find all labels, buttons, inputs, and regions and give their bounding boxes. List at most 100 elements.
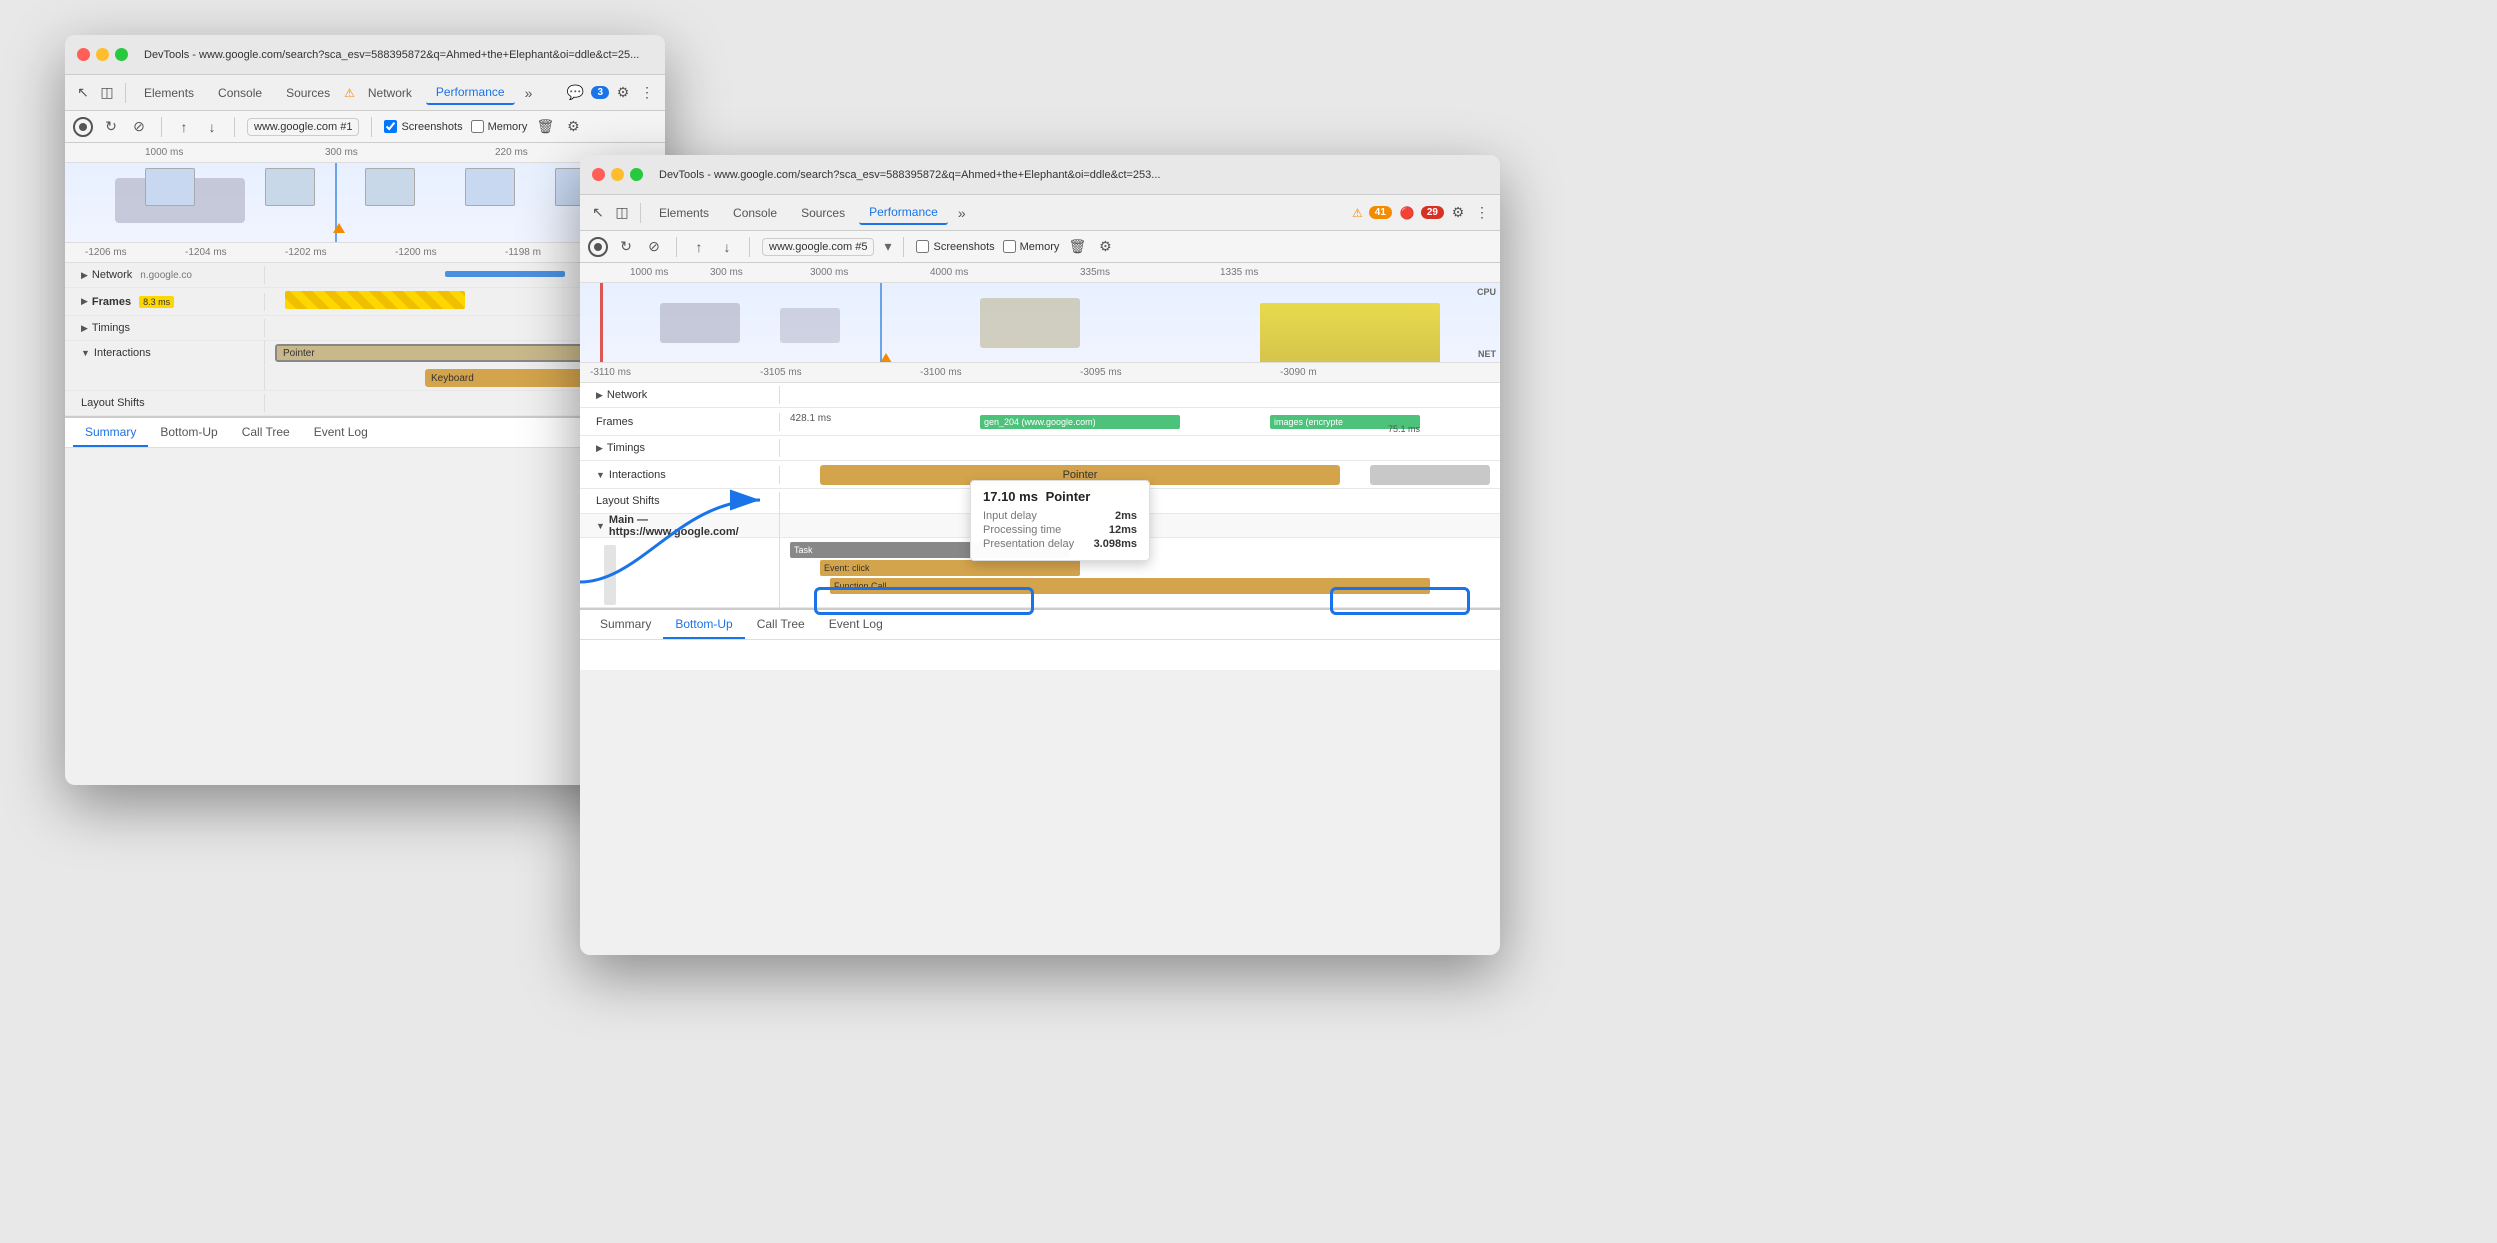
tab-summary-1[interactable]: Summary bbox=[73, 418, 148, 447]
url-selector-2[interactable]: www.google.com #5 bbox=[762, 238, 874, 256]
chat-icon-1[interactable]: 💬 bbox=[565, 83, 585, 103]
more-options-icon-2[interactable]: ⋮ bbox=[1472, 203, 1492, 223]
frames-bar-1 bbox=[285, 291, 465, 309]
ruler-overview-2: 1000 ms 300 ms 3000 ms 4000 ms 335ms 133… bbox=[580, 263, 1500, 283]
ruler-mark-3: 220 ms bbox=[495, 147, 528, 158]
tab-performance-2[interactable]: Performance bbox=[859, 201, 948, 225]
cursor-icon-2[interactable]: ↖ bbox=[588, 203, 608, 223]
minimize-button-1[interactable] bbox=[96, 48, 109, 61]
separator-5 bbox=[640, 203, 641, 223]
tab-bottomup-2[interactable]: Bottom-Up bbox=[663, 610, 744, 639]
flamegraph-overview-1 bbox=[65, 163, 665, 243]
tab-performance-1[interactable]: Performance bbox=[426, 81, 515, 105]
track-label-layout-1: Layout Shifts bbox=[65, 394, 265, 412]
track-network-2: ▶ Network bbox=[580, 383, 1500, 408]
settings-icon-2[interactable]: ⚙ bbox=[1448, 203, 1468, 223]
expand-network-1[interactable]: ▶ bbox=[81, 270, 88, 281]
maximize-button-2[interactable] bbox=[630, 168, 643, 181]
tab-bottomup-1[interactable]: Bottom-Up bbox=[148, 418, 229, 447]
track-row-interactions-1: ▼ Interactions Pointer Keyboard bbox=[65, 341, 665, 391]
interactions-header-1: ▼ Interactions Pointer bbox=[65, 341, 665, 366]
error-badge-2: 29 bbox=[1421, 206, 1444, 219]
screenshots-checkbox-1[interactable]: Screenshots bbox=[384, 120, 462, 133]
cpu-chart-2 bbox=[1260, 303, 1440, 363]
record-button-2[interactable] bbox=[588, 237, 608, 257]
ov-mark-6: 1335 ms bbox=[1220, 267, 1258, 278]
url-selector-1[interactable]: www.google.com #1 bbox=[247, 118, 359, 136]
expand-frames-1[interactable]: ▶ bbox=[81, 296, 88, 307]
expand-timings-1[interactable]: ▶ bbox=[81, 323, 88, 334]
more-tabs-icon-2[interactable]: » bbox=[952, 203, 972, 223]
titlebar-1: DevTools - www.google.com/search?sca_esv… bbox=[65, 35, 665, 75]
clear-icon-1[interactable]: ⊘ bbox=[129, 117, 149, 137]
memory-checkbox-2[interactable]: Memory bbox=[1003, 240, 1060, 253]
tab-console-2[interactable]: Console bbox=[723, 202, 787, 224]
ov-mark-2: 300 ms bbox=[710, 267, 743, 278]
tab-eventlog-2[interactable]: Event Log bbox=[817, 610, 895, 639]
reload-icon-2[interactable]: ↻ bbox=[616, 237, 636, 257]
trash-icon-2[interactable]: 🗑 bbox=[1067, 237, 1087, 257]
cursor-icon[interactable]: ↖ bbox=[73, 83, 93, 103]
download-icon-1[interactable]: ↓ bbox=[202, 117, 222, 137]
track-label-interactions-1: ▼ Interactions bbox=[65, 341, 265, 365]
timeline-ruler-detail-2: -3110 ms -3105 ms -3100 ms -3095 ms -309… bbox=[580, 363, 1500, 383]
traffic-lights-1 bbox=[77, 48, 128, 61]
record-button-1[interactable] bbox=[73, 117, 93, 137]
track-label-keyboard-1 bbox=[65, 366, 265, 390]
upload-icon-1[interactable]: ↑ bbox=[174, 117, 194, 137]
bottom-tabs-2: Summary Bottom-Up Call Tree Event Log bbox=[580, 610, 1500, 640]
device-icon-2[interactable]: ◫ bbox=[612, 203, 632, 223]
close-button-2[interactable] bbox=[592, 168, 605, 181]
frames-ms-2: 428.1 ms bbox=[790, 413, 831, 424]
settings2-icon-1[interactable]: ⚙ bbox=[563, 117, 583, 137]
event-click-bar-2: Event: click bbox=[820, 560, 1080, 576]
expand-timings-2[interactable]: ▶ bbox=[596, 443, 603, 454]
expand-interactions-1[interactable]: ▼ bbox=[81, 348, 90, 358]
settings-icon-1[interactable]: ⚙ bbox=[613, 83, 633, 103]
screenshots-checkbox-2[interactable]: Screenshots bbox=[916, 240, 994, 253]
net-label-2: NET bbox=[1478, 349, 1496, 359]
more-tabs-icon-1[interactable]: » bbox=[519, 83, 539, 103]
tab-eventlog-1[interactable]: Event Log bbox=[302, 418, 380, 447]
devtools-window-1[interactable]: DevTools - www.google.com/search?sca_esv… bbox=[65, 35, 665, 785]
tab-sources-2[interactable]: Sources bbox=[791, 202, 855, 224]
upload-icon-2[interactable]: ↑ bbox=[689, 237, 709, 257]
track-row-frames-1: ▶ Frames 8.3 ms bbox=[65, 288, 665, 316]
memory-checkbox-1[interactable]: Memory bbox=[471, 120, 528, 133]
ruler-detail-1: -1206 ms bbox=[85, 247, 127, 258]
track-label-timings-2: ▶ Timings bbox=[580, 439, 780, 457]
maximize-button-1[interactable] bbox=[115, 48, 128, 61]
device-icon[interactable]: ◫ bbox=[97, 83, 117, 103]
tab-console-1[interactable]: Console bbox=[208, 82, 272, 104]
devtools-window-2[interactable]: DevTools - www.google.com/search?sca_esv… bbox=[580, 155, 1500, 955]
expand-interactions-2[interactable]: ▼ bbox=[596, 470, 605, 480]
download-icon-2[interactable]: ↓ bbox=[717, 237, 737, 257]
clear-icon-2[interactable]: ⊘ bbox=[644, 237, 664, 257]
expand-network-2[interactable]: ▶ bbox=[596, 390, 603, 401]
minimize-button-2[interactable] bbox=[611, 168, 624, 181]
images-ms-2: 75.1 ms bbox=[1388, 424, 1420, 434]
settings3-icon-2[interactable]: ⚙ bbox=[1095, 237, 1115, 257]
track-content-timings-2 bbox=[780, 436, 1500, 460]
tab-summary-2[interactable]: Summary bbox=[588, 610, 663, 639]
tab-elements-2[interactable]: Elements bbox=[649, 202, 719, 224]
tab-network-1[interactable]: Network bbox=[358, 82, 422, 104]
more-options-icon-1[interactable]: ⋮ bbox=[637, 83, 657, 103]
tab-calltree-1[interactable]: Call Tree bbox=[230, 418, 302, 447]
warning-badge-2: 41 bbox=[1369, 206, 1392, 219]
close-button-1[interactable] bbox=[77, 48, 90, 61]
tab-sources-1[interactable]: Sources bbox=[276, 82, 340, 104]
reload-icon-1[interactable]: ↻ bbox=[101, 117, 121, 137]
devtools-toolbar-1: ↖ ◫ Elements Console Sources ⚠ Network P… bbox=[65, 75, 665, 111]
function-call-bar-2: Function Call bbox=[830, 578, 1430, 594]
perf-overview-1: 1000 ms 300 ms 220 ms bbox=[65, 143, 665, 243]
tab-calltree-2[interactable]: Call Tree bbox=[745, 610, 817, 639]
warning-icon-2: ⚠ bbox=[1352, 206, 1363, 220]
expand-main-2[interactable]: ▼ bbox=[596, 521, 605, 531]
perf-toolbar-1: ↻ ⊘ ↑ ↓ www.google.com #1 Screenshots Me… bbox=[65, 111, 665, 143]
dr-mark-2: -3105 ms bbox=[760, 367, 802, 378]
tab-elements-1[interactable]: Elements bbox=[134, 82, 204, 104]
url-dropdown-2[interactable]: ▾ bbox=[884, 238, 891, 255]
network-warning-icon: ⚠ bbox=[344, 86, 355, 100]
trash-icon-1[interactable]: 🗑 bbox=[535, 117, 555, 137]
